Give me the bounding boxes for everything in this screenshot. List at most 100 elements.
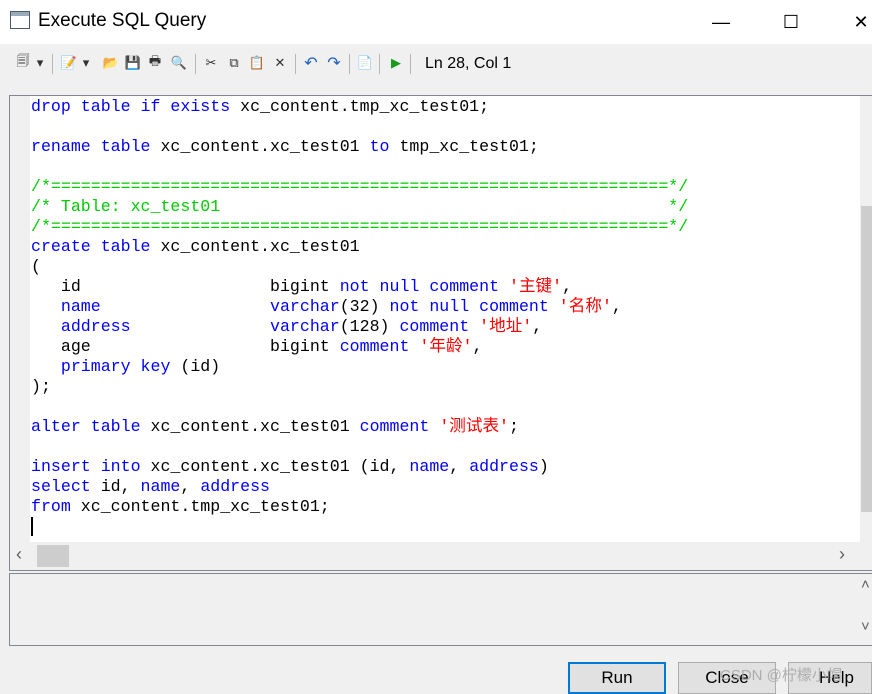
print-icon: 🖶 (148, 53, 162, 68)
sql-editor[interactable]: drop table if exists xc_content.tmp_xc_t… (9, 95, 872, 571)
minimize-button[interactable]: — (698, 6, 744, 38)
code-token: id bigint (31, 277, 340, 296)
code-token: not null comment (339, 277, 500, 296)
find-icon: 🔍 (170, 55, 188, 70)
run-button[interactable]: Run (568, 662, 666, 694)
sql-code[interactable]: drop table if exists xc_content.tmp_xc_t… (31, 97, 688, 537)
code-line: address varchar(128) comment '地址', (31, 317, 688, 337)
title-bar: Execute SQL Query — ☐ ✕ (0, 0, 872, 44)
code-token: xc_content.xc_test01 (140, 417, 360, 436)
undo-icon: ↶ (304, 55, 318, 72)
code-line: /*======================================… (31, 217, 688, 237)
code-token: to (369, 137, 390, 156)
redo-icon: ↷ (327, 55, 341, 72)
redo-button[interactable]: ↷ (325, 54, 343, 72)
code-token: name (140, 477, 181, 496)
delete-icon: ✕ (274, 55, 286, 70)
code-token: , (562, 277, 573, 296)
code-token: '年龄' (419, 337, 473, 356)
edit-with-icon: 📄 (356, 55, 374, 70)
editor-vertical-scrollbar[interactable] (860, 96, 872, 542)
edit-button[interactable]: 📝 (60, 54, 78, 72)
toolbar-separator (379, 54, 380, 74)
code-token: primary key (31, 357, 171, 376)
save-icon: 💾 (124, 55, 142, 70)
code-token: , (532, 317, 543, 336)
code-token: select (31, 477, 91, 496)
toolbar-separator (52, 54, 53, 74)
code-token: /*======================================… (31, 177, 689, 196)
maximize-button[interactable]: ☐ (768, 6, 814, 38)
code-token: address varchar (31, 317, 340, 336)
code-token: xc_content.xc_test01 (150, 137, 370, 156)
watermark: CSDN @柠檬小帽 (720, 667, 842, 684)
code-line: primary key (id) (31, 357, 688, 377)
delete-button[interactable]: ✕ (271, 54, 289, 72)
toolbar-separator (410, 54, 411, 74)
undo-button[interactable]: ↶ (302, 54, 320, 72)
vertical-scroll-thumb[interactable] (861, 206, 872, 512)
code-token: (32) (339, 297, 390, 316)
editor-horizontal-scrollbar[interactable]: ‹ › (10, 542, 872, 570)
find-button[interactable]: 🔍 (170, 54, 188, 72)
close-icon: ✕ (853, 11, 869, 32)
code-token: comment (339, 337, 410, 356)
paste-button[interactable]: 📋 (248, 54, 266, 72)
scroll-left-icon[interactable]: ‹ (16, 544, 22, 565)
code-line (31, 517, 688, 537)
run-toolbar-button[interactable]: ▶ (387, 54, 405, 72)
code-token: xc_content.tmp_xc_test01; (70, 497, 330, 516)
print-button[interactable]: 🖶 (146, 53, 164, 72)
copy-icon: ⧉ (229, 55, 239, 70)
code-line: /* Table: xc_test01 */ (31, 197, 688, 217)
code-token: /* Table: xc_test01 */ (31, 197, 689, 216)
toolbar-separator (195, 54, 196, 74)
code-token: address (200, 477, 271, 496)
code-token: '测试表' (439, 417, 510, 436)
code-line: select id, name, address (31, 477, 688, 497)
code-line: age bigint comment '年龄', (31, 337, 688, 357)
properties-button[interactable]: 🗐 (14, 53, 32, 72)
code-token: '地址' (479, 317, 533, 336)
minimize-icon: — (712, 11, 730, 32)
text-caret (31, 517, 33, 536)
properties-dropdown[interactable]: ▾ (34, 54, 46, 72)
toolbar-separator (295, 54, 296, 74)
scroll-right-icon[interactable]: › (839, 544, 845, 565)
edit-with-button[interactable]: 📄 (356, 54, 374, 72)
copy-button[interactable]: ⧉ (225, 54, 243, 72)
scroll-up-icon[interactable]: ˄ (861, 576, 870, 593)
toolbar: 🗐 ▾ 📝 ▾ 📂 💾 🖶 🔍 ✂ ⧉ 📋 ✕ ↶ ↷ 📄 ▶ Ln 28, C… (0, 44, 872, 84)
paste-icon: 📋 (248, 55, 266, 70)
code-token: '名称' (558, 297, 612, 316)
code-token: address (469, 457, 539, 476)
close-window-button[interactable]: ✕ (838, 6, 872, 38)
horizontal-scroll-thumb[interactable] (37, 545, 69, 567)
run-icon: ▶ (391, 55, 401, 70)
code-line: /*======================================… (31, 177, 688, 197)
code-token: ; (509, 417, 519, 436)
code-token: /*======================================… (31, 217, 689, 236)
code-line: ); (31, 377, 688, 397)
code-token: , (611, 297, 622, 316)
code-token: xc_content.xc_test01 (id, (140, 457, 410, 476)
save-button[interactable]: 💾 (124, 54, 142, 72)
code-token: create table (31, 237, 151, 256)
output-vertical-scrollbar[interactable]: ˄ ˅ (860, 574, 872, 645)
code-token: ); (31, 377, 51, 396)
output-pane[interactable]: ˄ ˅ (9, 573, 872, 646)
code-token: drop table if exists (31, 97, 231, 116)
code-line: from xc_content.tmp_xc_test01; (31, 497, 688, 517)
code-line: rename table xc_content.xc_test01 to tmp… (31, 137, 688, 157)
edit-dropdown[interactable]: ▾ (80, 54, 92, 72)
code-line: drop table if exists xc_content.tmp_xc_t… (31, 97, 688, 117)
code-token: (id) (170, 357, 221, 376)
cut-button[interactable]: ✂ (202, 54, 220, 72)
open-button[interactable]: 📂 (102, 54, 120, 72)
scroll-down-icon[interactable]: ˅ (861, 618, 870, 635)
